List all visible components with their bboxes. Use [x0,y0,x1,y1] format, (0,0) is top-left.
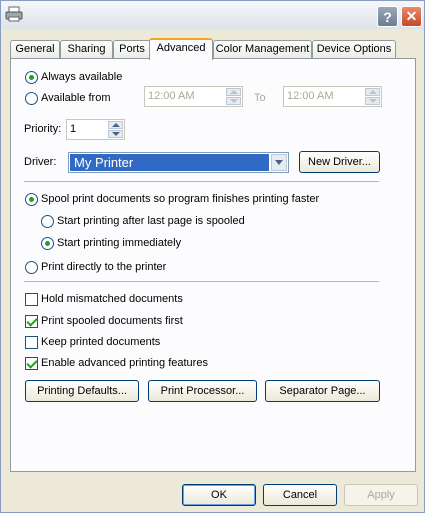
print-spooled-first-checkbox[interactable] [25,315,38,328]
hold-mismatched-checkbox[interactable] [25,293,38,306]
printing-defaults-button[interactable]: Printing Defaults... [25,380,139,402]
cancel-button[interactable]: Cancel [263,484,337,506]
from-time-spinner[interactable]: 12:00 AM [144,86,243,107]
ok-button[interactable]: OK [182,484,256,506]
tab-general[interactable]: General [10,40,60,59]
always-available-radio[interactable] [25,71,38,84]
from-time-value: 12:00 AM [148,90,195,102]
separator-page-button[interactable]: Separator Page... [265,380,380,402]
printer-icon [5,6,23,22]
available-from-radio[interactable] [25,92,38,105]
spool-radio[interactable] [25,193,38,206]
close-icon: ✕ [405,8,418,24]
driver-label: Driver: [24,156,57,168]
driver-select[interactable]: My Printer [68,152,289,173]
start-after-last-page-label: Start printing after last page is spoole… [57,215,245,227]
keep-printed-checkbox[interactable] [25,336,38,349]
start-after-last-page-radio[interactable] [41,215,54,228]
printer-properties-window: ? ✕ General Sharing Ports Advanced Color… [0,0,425,513]
priority-value: 1 [70,123,77,135]
title-bar: ? ✕ [1,1,424,29]
start-immediately-radio[interactable] [41,237,54,250]
available-from-label: Available from [41,92,111,104]
new-driver-button[interactable]: New Driver... [299,151,380,173]
to-time-down-icon[interactable] [365,97,380,105]
print-directly-label: Print directly to the printer [41,261,167,273]
from-time-down-icon[interactable] [226,97,241,105]
help-button[interactable]: ? [377,6,398,27]
tab-advanced[interactable]: Advanced [149,38,213,60]
question-mark-icon: ? [383,8,392,25]
hold-mismatched-label: Hold mismatched documents [41,293,183,305]
start-immediately-label: Start printing immediately [57,237,182,249]
tab-sharing[interactable]: Sharing [60,40,113,59]
tab-color-management[interactable]: Color Management [213,40,312,59]
enable-advanced-checkbox[interactable] [25,357,38,370]
apply-button[interactable]: Apply [344,484,418,506]
print-spooled-first-label: Print spooled documents first [41,315,183,327]
priority-spinner[interactable]: 1 [66,119,125,140]
advanced-panel: Always available Available from 12:00 AM… [10,58,416,472]
to-time-value: 12:00 AM [287,90,334,102]
from-time-up-icon[interactable] [226,88,241,96]
tab-device-options[interactable]: Device Options [312,40,396,59]
to-time-spinner[interactable]: 12:00 AM [283,86,382,107]
priority-down-icon[interactable] [108,130,123,138]
to-time-up-icon[interactable] [365,88,380,96]
always-available-label: Always available [41,71,123,83]
to-label: To [254,92,266,104]
divider [24,281,379,282]
driver-value: My Printer [70,154,269,171]
tab-ports[interactable]: Ports [113,40,151,59]
chevron-down-icon[interactable] [271,154,287,171]
spool-label: Spool print documents so program finishe… [41,193,320,205]
keep-printed-label: Keep printed documents [41,336,161,348]
divider [24,181,379,182]
priority-label: Priority: [24,123,62,135]
priority-up-icon[interactable] [108,121,123,129]
close-button[interactable]: ✕ [401,6,422,27]
print-directly-radio[interactable] [25,261,38,274]
print-processor-button[interactable]: Print Processor... [148,380,257,402]
enable-advanced-label: Enable advanced printing features [41,357,208,369]
